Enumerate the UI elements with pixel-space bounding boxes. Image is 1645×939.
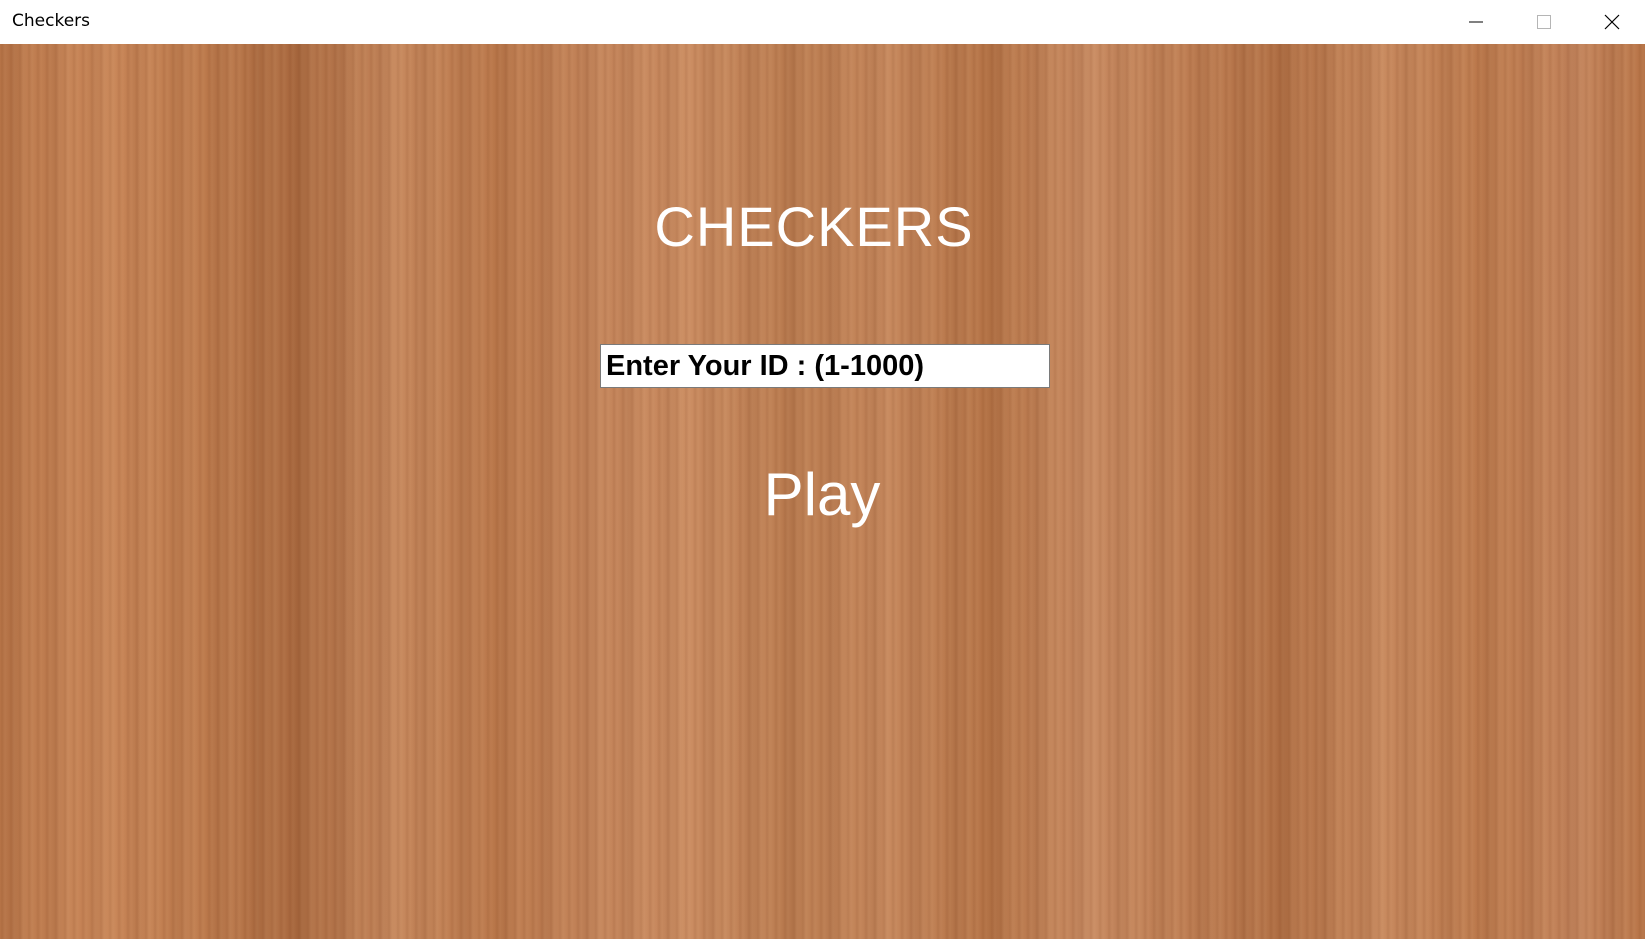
- game-title: CHECKERS: [0, 194, 1645, 259]
- player-id-input[interactable]: [600, 344, 1050, 388]
- maximize-button[interactable]: [1510, 0, 1578, 44]
- minimize-button[interactable]: [1442, 0, 1510, 44]
- wood-background: CHECKERS Play: [0, 44, 1645, 939]
- play-button[interactable]: Play: [722, 454, 922, 534]
- minimize-icon: [1469, 21, 1483, 23]
- maximize-icon: [1537, 15, 1551, 29]
- title-bar[interactable]: Checkers: [0, 0, 1645, 44]
- app-window: Checkers CHECKERS Play: [0, 0, 1645, 939]
- window-title: Checkers: [12, 11, 90, 31]
- game-title-text: CHECKERS: [654, 195, 974, 258]
- close-icon: [1604, 14, 1620, 30]
- close-button[interactable]: [1578, 0, 1645, 44]
